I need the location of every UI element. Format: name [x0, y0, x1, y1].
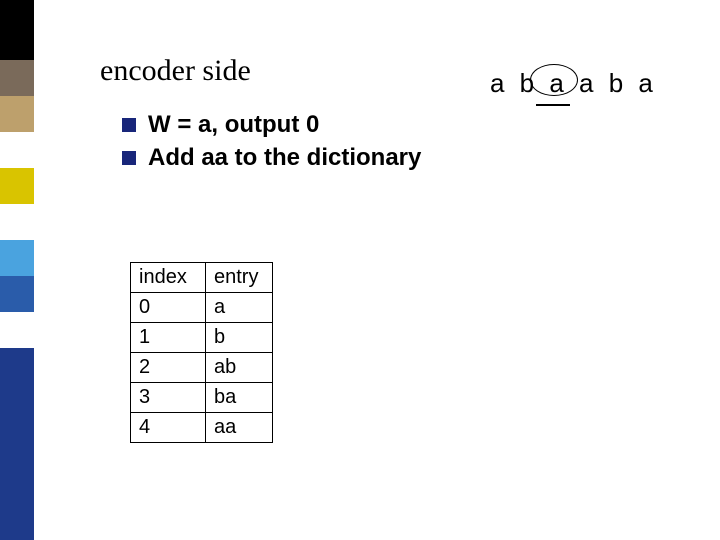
- bullet-text: Add aa to the dictionary: [148, 141, 421, 174]
- underline-annotation: [536, 104, 570, 106]
- table-cell: ba: [206, 383, 273, 413]
- colorbar-seg: [0, 60, 34, 96]
- table-cell: 2: [131, 353, 206, 383]
- dictionary-table: index entry 0 a 1 b 2 ab 3 ba 4 aa: [130, 262, 273, 443]
- table-cell: 4: [131, 413, 206, 443]
- slide: encoder side W = a, output 0 Add aa to t…: [0, 0, 720, 540]
- colorbar-seg: [0, 312, 34, 348]
- bullet-square-icon: [122, 151, 136, 165]
- left-color-bar: [0, 0, 34, 540]
- bullet-item: W = a, output 0: [122, 108, 421, 141]
- table-header-cell: index: [131, 263, 206, 293]
- colorbar-seg: [0, 204, 34, 240]
- bullet-text: W = a, output 0: [148, 108, 319, 141]
- table-cell: 3: [131, 383, 206, 413]
- table-row: 3 ba: [131, 383, 273, 413]
- table-cell: aa: [206, 413, 273, 443]
- circle-annotation: [530, 64, 578, 96]
- table-row: 0 a: [131, 293, 273, 323]
- bullet-list: W = a, output 0 Add aa to the dictionary: [122, 108, 421, 174]
- colorbar-seg: [0, 132, 34, 168]
- colorbar-seg: [0, 240, 34, 276]
- colorbar-seg: [0, 96, 34, 132]
- table-header-row: index entry: [131, 263, 273, 293]
- table-row: 2 ab: [131, 353, 273, 383]
- bullet-square-icon: [122, 118, 136, 132]
- colorbar-seg: [0, 384, 34, 540]
- bullet-item: Add aa to the dictionary: [122, 141, 421, 174]
- table-row: 1 b: [131, 323, 273, 353]
- table-cell: ab: [206, 353, 273, 383]
- slide-title: encoder side: [100, 54, 251, 88]
- colorbar-seg: [0, 348, 34, 384]
- table-cell: 0: [131, 293, 206, 323]
- colorbar-seg: [0, 276, 34, 312]
- table-header-cell: entry: [206, 263, 273, 293]
- colorbar-seg: [0, 0, 34, 60]
- table-cell: b: [206, 323, 273, 353]
- table-cell: a: [206, 293, 273, 323]
- colorbar-seg: [0, 168, 34, 204]
- table-row: 4 aa: [131, 413, 273, 443]
- table-cell: 1: [131, 323, 206, 353]
